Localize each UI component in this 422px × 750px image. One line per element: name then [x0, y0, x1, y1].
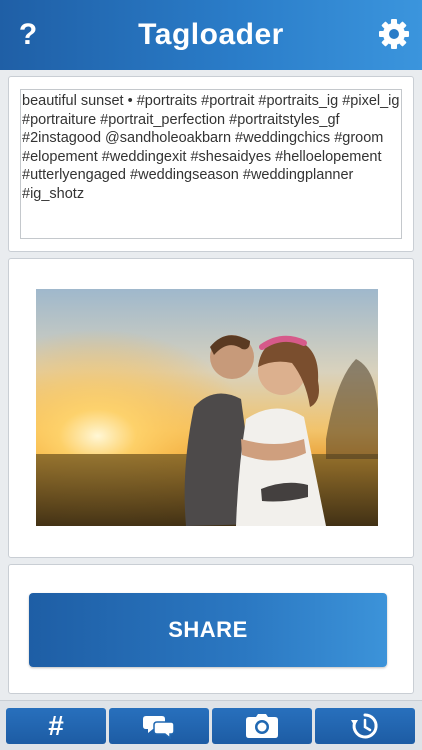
help-button[interactable]: ?: [8, 12, 48, 58]
photo-panel: [8, 258, 414, 558]
bottom-tab-bar: #: [0, 700, 422, 750]
tab-chat[interactable]: [109, 708, 209, 744]
wedding-photo: [36, 289, 378, 526]
settings-button[interactable]: [376, 16, 412, 52]
tab-hashtags[interactable]: #: [6, 708, 106, 744]
photo-preview[interactable]: [36, 289, 378, 526]
tags-panel: beautiful sunset • #portraits #portrait …: [8, 76, 414, 252]
camera-icon: [246, 714, 278, 738]
hashtags-textarea[interactable]: beautiful sunset • #portraits #portrait …: [20, 89, 402, 239]
chat-bubbles-icon: [143, 716, 175, 739]
tab-history[interactable]: [315, 708, 415, 744]
app-title: Tagloader: [138, 18, 284, 51]
app-header: ? Tagloader: [0, 0, 422, 70]
tab-camera[interactable]: [212, 708, 312, 744]
gear-icon: [379, 19, 409, 49]
share-panel: SHARE: [8, 564, 414, 694]
hashtag-icon: #: [48, 710, 64, 741]
history-icon: [351, 713, 378, 739]
share-button[interactable]: SHARE: [29, 593, 387, 667]
